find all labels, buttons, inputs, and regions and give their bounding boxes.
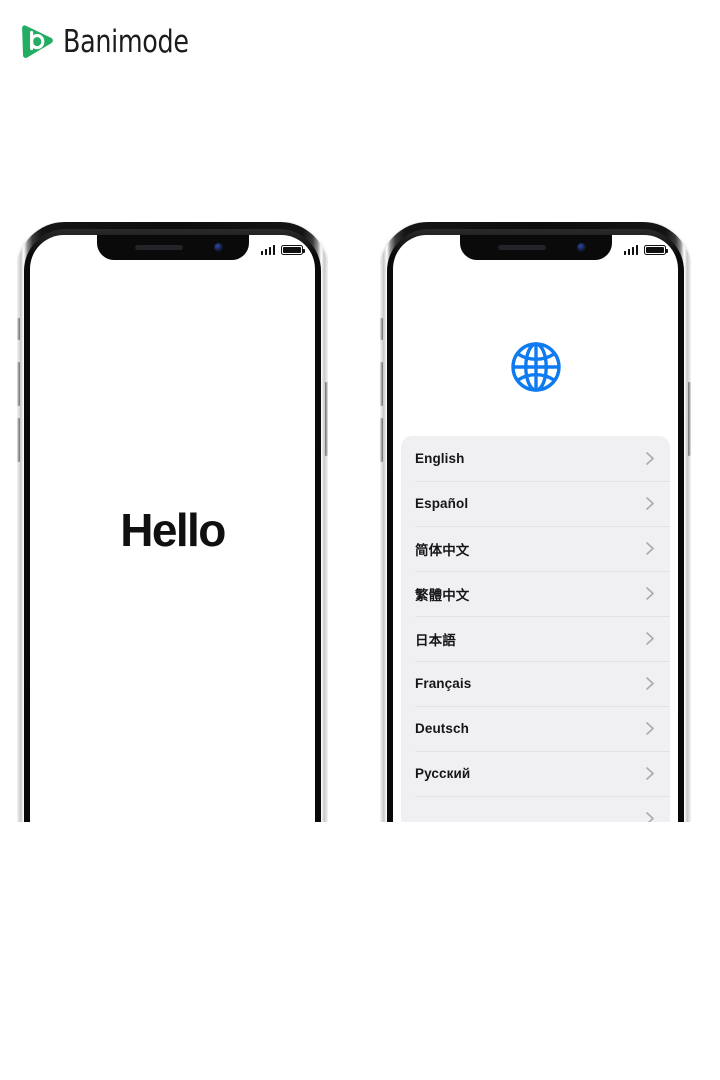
list-item[interactable] xyxy=(401,796,670,822)
brand-logo[interactable]: Banimode xyxy=(18,22,216,62)
cellular-signal-icon xyxy=(623,245,638,255)
mute-switch-button[interactable] xyxy=(17,318,20,340)
language-label: Español xyxy=(415,496,469,511)
cellular-signal-icon xyxy=(260,245,275,255)
chevron-right-icon xyxy=(646,587,654,600)
list-item[interactable]: 日本語 xyxy=(401,616,670,661)
chevron-right-icon xyxy=(646,632,654,645)
list-item[interactable]: 繁體中文 xyxy=(401,571,670,616)
list-item[interactable]: Français xyxy=(401,661,670,706)
language-list: English Español 简体中文 繁體中文 日本語 Français D… xyxy=(401,436,670,822)
earpiece-speaker-icon xyxy=(134,245,183,250)
language-label: Deutsch xyxy=(415,721,469,736)
language-label: Русский xyxy=(415,766,471,781)
brand-name: Banimode xyxy=(63,23,189,60)
battery-full-icon xyxy=(281,245,305,255)
battery-full-icon xyxy=(644,245,668,255)
volume-up-button[interactable] xyxy=(380,362,383,406)
front-camera-icon xyxy=(576,243,586,252)
phone-mockup-hello: Hello xyxy=(17,222,328,822)
phone-notch xyxy=(459,235,612,260)
power-button[interactable] xyxy=(688,382,691,456)
language-label: 日本語 xyxy=(415,632,456,648)
phone-screen-language: English Español 简体中文 繁體中文 日本語 Français D… xyxy=(393,235,678,822)
language-label: 繁體中文 xyxy=(415,587,470,603)
status-bar xyxy=(260,242,305,255)
chevron-right-icon xyxy=(646,722,654,735)
chevron-right-icon xyxy=(646,497,654,510)
language-label: English xyxy=(415,451,465,466)
list-item[interactable]: 简体中文 xyxy=(401,526,670,571)
status-bar xyxy=(623,242,668,255)
globe-icon-wrap xyxy=(393,339,678,395)
chevron-right-icon xyxy=(646,452,654,465)
globe-icon xyxy=(510,342,561,392)
volume-down-button[interactable] xyxy=(17,418,20,462)
chevron-right-icon xyxy=(646,542,654,555)
volume-down-button[interactable] xyxy=(380,418,383,462)
list-item[interactable]: English xyxy=(401,436,670,481)
power-button[interactable] xyxy=(325,382,328,456)
language-label: Français xyxy=(415,676,472,691)
list-item[interactable]: Русский xyxy=(401,751,670,796)
chevron-right-icon xyxy=(646,767,654,780)
greeting-text: Hello xyxy=(120,504,226,556)
banimode-play-b-logo-icon xyxy=(22,25,53,58)
language-label: 简体中文 xyxy=(415,542,470,558)
page-root: Banimode Hello English Español 简体中文 繁體中文… xyxy=(0,0,720,1080)
earpiece-speaker-icon xyxy=(497,245,546,250)
chevron-right-icon xyxy=(646,677,654,690)
volume-up-button[interactable] xyxy=(17,362,20,406)
list-item[interactable]: Deutsch xyxy=(401,706,670,751)
phone-notch xyxy=(96,235,249,260)
chevron-right-icon xyxy=(646,812,654,822)
front-camera-icon xyxy=(213,243,223,252)
mute-switch-button[interactable] xyxy=(380,318,383,340)
list-item[interactable]: Español xyxy=(401,481,670,526)
phone-mockup-language: English Español 简体中文 繁體中文 日本語 Français D… xyxy=(380,222,691,822)
phone-screen-hello: Hello xyxy=(30,235,315,822)
